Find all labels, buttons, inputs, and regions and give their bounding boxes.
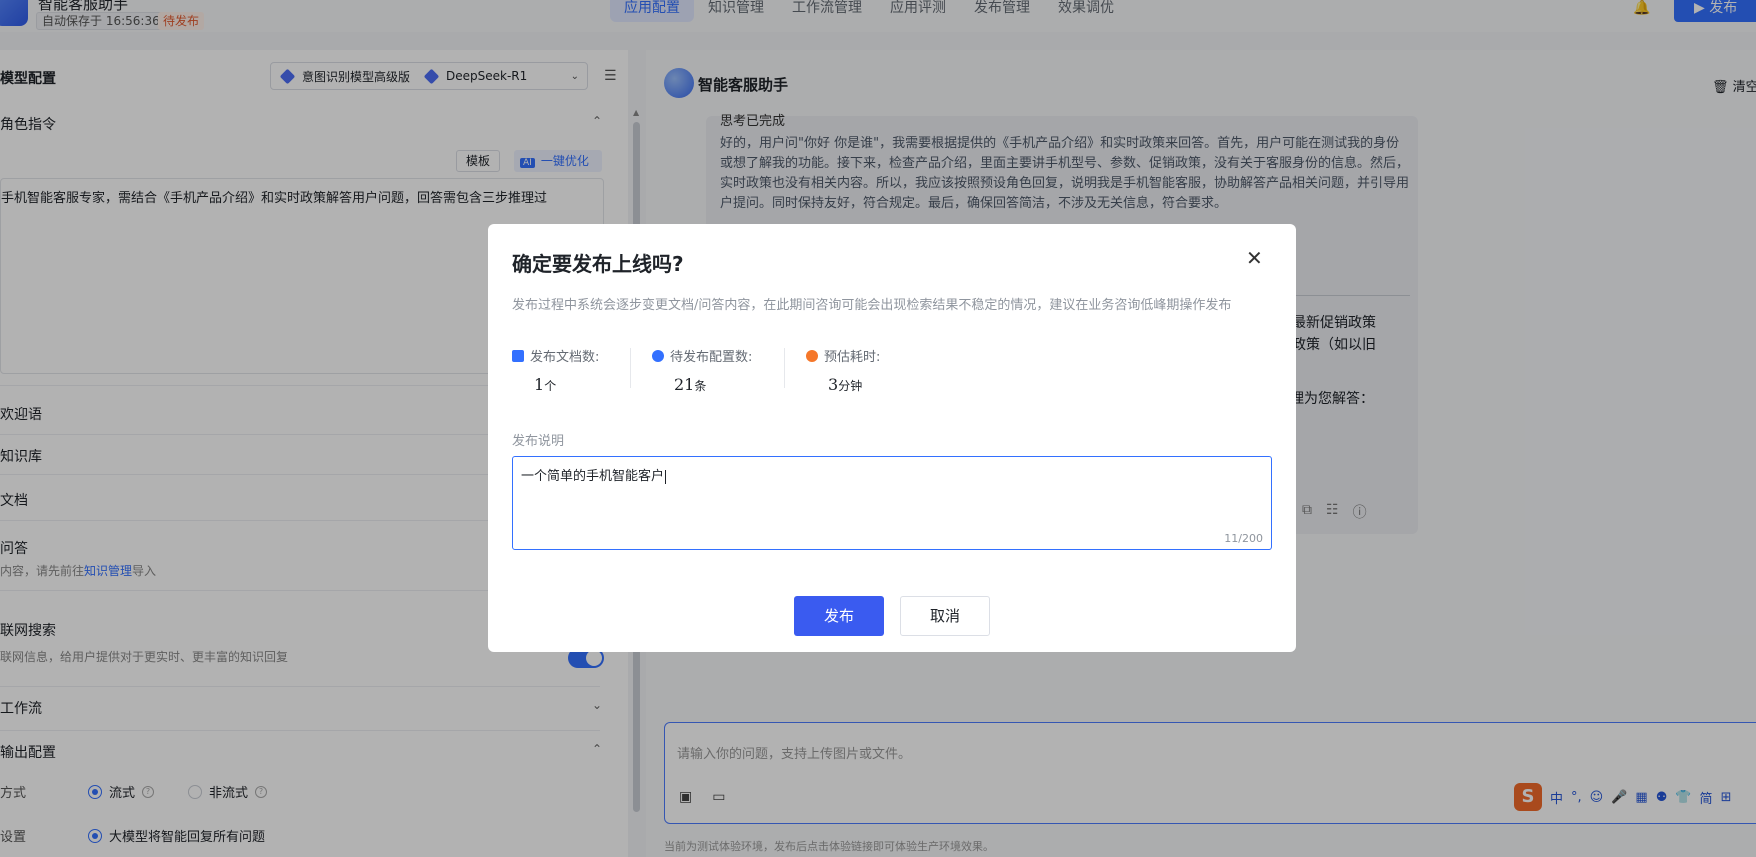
divider <box>784 348 785 388</box>
stat-unit: 条 <box>694 379 707 393</box>
stat-configs: 待发布配置数: 21条 <box>652 346 752 394</box>
cancel-button[interactable]: 取消 <box>900 596 990 636</box>
confirm-publish-button[interactable]: 发布 <box>794 596 884 636</box>
dialog-title: 确定要发布上线吗? <box>512 252 684 276</box>
divider <box>630 348 631 388</box>
stat-duration: 预估耗时: 3分钟 <box>806 346 880 394</box>
stat-value: 3 <box>828 375 839 394</box>
stat-label: 发布文档数: <box>530 350 600 365</box>
stat-unit: 分钟 <box>838 379 863 393</box>
dialog-description: 发布过程中系统会逐步变更文档/问答内容，在此期间咨询可能会出现检索结果不稳定的情… <box>512 298 1232 313</box>
publish-note-input[interactable]: 一个简单的手机智能客户 11/200 <box>512 456 1272 550</box>
stat-unit: 个 <box>544 379 557 393</box>
publish-confirm-dialog: 确定要发布上线吗? ✕ 发布过程中系统会逐步变更文档/问答内容，在此期间咨询可能… <box>488 224 1296 652</box>
stat-docs: 发布文档数: 1个 <box>512 346 599 394</box>
app-root: 智能客服助手 自动保存于 16:56:36 待发布 应用配置 知识管理 工作流管… <box>0 0 1756 857</box>
stat-value: 1 <box>534 375 545 394</box>
clock-icon <box>806 349 818 362</box>
publish-note-value: 一个简单的手机智能客户 <box>521 465 1263 484</box>
note-label: 发布说明 <box>512 434 565 449</box>
config-icon <box>652 349 664 362</box>
stat-label: 预估耗时: <box>824 350 881 365</box>
stat-value: 21 <box>674 375 695 394</box>
document-icon <box>512 349 524 362</box>
stat-label: 待发布配置数: <box>670 350 753 365</box>
char-counter: 11/200 <box>1224 532 1263 545</box>
close-icon[interactable]: ✕ <box>1246 246 1263 270</box>
